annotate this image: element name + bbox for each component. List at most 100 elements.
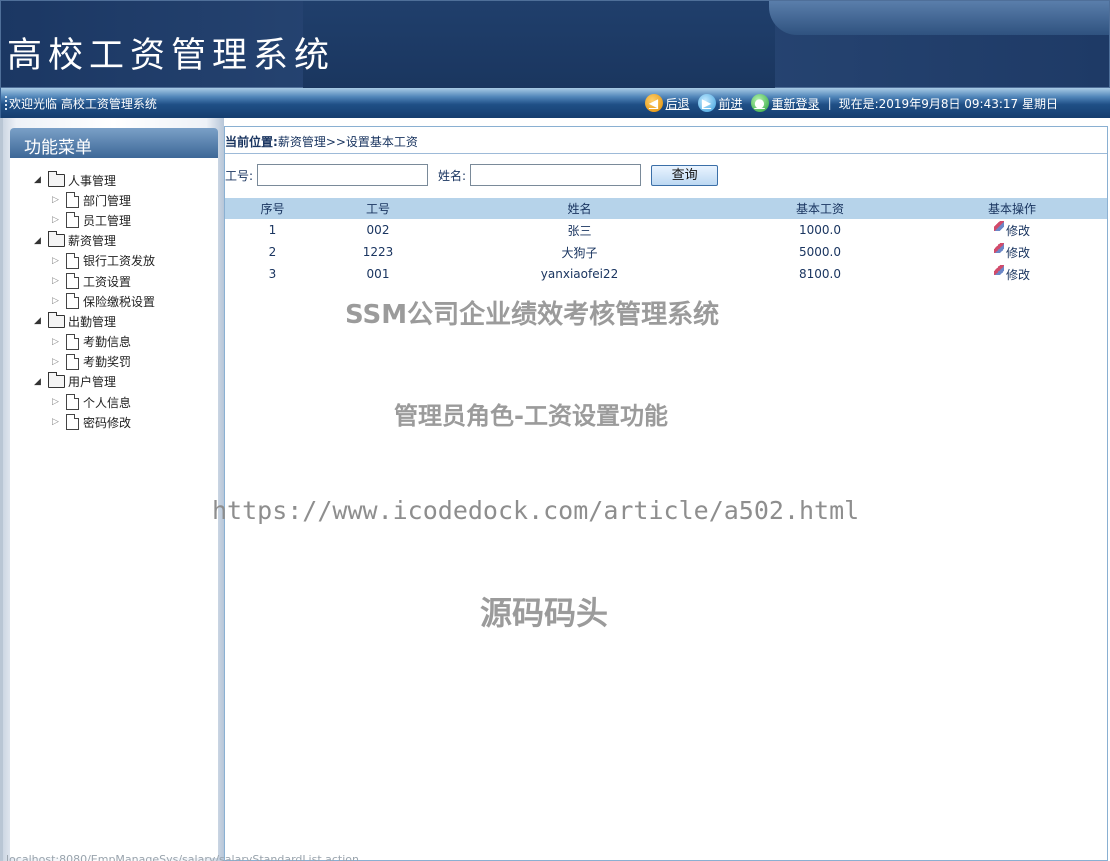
folder-icon: [48, 231, 65, 248]
folder-icon: [48, 311, 65, 328]
cell-emp-no: 1223: [362, 245, 394, 259]
tree-item[interactable]: ▷ 密码修改: [34, 412, 155, 432]
watermark-line-4: 源码码头: [480, 594, 609, 632]
tree-item[interactable]: ▷ 员工管理: [34, 210, 155, 230]
cell-index: 3: [268, 267, 277, 281]
collapse-triangle-icon[interactable]: ◢: [34, 316, 48, 326]
app-header: 高校工资管理系统: [0, 0, 1110, 89]
status-bar: localhost:8080/EmpManageSys/salary/salar…: [6, 853, 359, 861]
tree-group[interactable]: ◢ 人事管理: [34, 170, 155, 190]
menu-tree-panel: ◢ 人事管理 ▷ 部门管理 ▷ 员工管理 ◢ 薪资管理 ▷ 银行工资发放 ▷ 工资设置 ▷ 保险缴税设置 ◢…: [10, 158, 218, 858]
query-button[interactable]: 查询: [651, 164, 719, 186]
collapse-triangle-icon[interactable]: ◢: [34, 175, 48, 185]
tree-item-label: 考勤奖罚: [83, 355, 132, 370]
cell-salary: 8100.0: [799, 267, 841, 281]
expand-triangle-icon: ▷: [52, 336, 59, 347]
header-decoration: [769, 1, 1109, 35]
tree-item-label: 保险缴税设置: [83, 294, 156, 309]
cell-name: 张三: [567, 223, 592, 238]
collapse-triangle-icon[interactable]: ◢: [34, 377, 48, 387]
cell-salary: 1000.0: [799, 223, 841, 237]
expand-triangle-icon: ▷: [52, 397, 59, 408]
edit-link[interactable]: 修改: [993, 243, 1030, 261]
expand-triangle-icon: ▷: [52, 195, 59, 206]
main-content: 当前位置:薪资管理>>设置基本工资 工号: 姓名: 查询 序号 工号 姓名 基本…: [224, 126, 1108, 861]
tree-item[interactable]: ▷ 考勤奖罚: [34, 352, 155, 372]
expand-triangle-icon: ▷: [52, 255, 59, 266]
watermark-line-2: 管理员角色-工资设置功能: [394, 402, 668, 430]
menu-header: 功能菜单: [10, 128, 218, 158]
tree-item[interactable]: ▷ 考勤信息: [34, 332, 155, 352]
tree-group-label: 薪资管理: [68, 234, 117, 249]
sidebar: 功能菜单 ◢ 人事管理 ▷ 部门管理 ▷ 员工管理 ◢ 薪资管理 ▷ 银行工资发放 ▷ 工资设置 ▷ 保险…: [0, 118, 224, 861]
breadcrumb-prefix: 当前位置:: [225, 135, 278, 149]
navbar-separator: |: [827, 96, 832, 110]
edit-link[interactable]: 修改: [993, 265, 1030, 283]
breadcrumb-path: 薪资管理>>设置基本工资: [277, 135, 418, 149]
edit-link[interactable]: 修改: [993, 221, 1030, 239]
table-row: 3 001 yanxiaofei22 8100.0 修改: [225, 263, 1107, 285]
tree-group[interactable]: ◢ 出勤管理: [34, 311, 155, 331]
document-icon: [66, 353, 79, 370]
tree-item[interactable]: ▷ 部门管理: [34, 190, 155, 210]
breadcrumb: 当前位置:薪资管理>>设置基本工资: [225, 133, 418, 150]
watermark-line-1: SSM公司企业绩效考核管理系统: [345, 300, 720, 330]
collapse-triangle-icon[interactable]: ◢: [34, 236, 48, 246]
relogin-icon: ●: [750, 94, 769, 112]
pencil-icon: [993, 221, 1004, 231]
col-name: 姓名: [436, 198, 723, 219]
menu-title: 功能菜单: [24, 138, 92, 158]
top-navbar: 欢迎光临 高校工资管理系统 ◀ 后退 ▶ 前进 ● 重新登录 | 现在是:201…: [0, 88, 1110, 118]
name-input[interactable]: [470, 164, 642, 186]
cell-index: 1: [268, 223, 277, 237]
forward-arrow-icon: ▶: [697, 94, 716, 112]
table-row: 1 002 张三 1000.0 修改: [225, 219, 1107, 241]
expand-triangle-icon: ▷: [52, 215, 59, 226]
welcome-text: 欢迎光临 高校工资管理系统: [9, 97, 157, 111]
tree-group[interactable]: ◢ 用户管理: [34, 372, 155, 392]
tree-item[interactable]: ▷ 保险缴税设置: [34, 291, 155, 311]
cell-action: 修改: [917, 263, 1107, 285]
tree-item-label: 员工管理: [83, 213, 132, 228]
document-icon: [66, 333, 79, 350]
pencil-icon: [993, 265, 1004, 275]
tree-item-label: 个人信息: [83, 395, 132, 410]
folder-icon: [48, 372, 65, 389]
back-button[interactable]: ◀ 后退: [644, 94, 690, 112]
search-form: 工号: 姓名: 查询: [225, 164, 719, 186]
header-panel: [303, 1, 775, 89]
back-label: 后退: [665, 96, 690, 111]
cell-index: 2: [268, 245, 277, 259]
grip-icon: [5, 96, 7, 110]
document-icon: [66, 192, 79, 209]
name-label: 姓名:: [438, 168, 467, 183]
tree-item[interactable]: ▷ 个人信息: [34, 392, 155, 412]
tree-item-label: 考勤信息: [83, 335, 132, 350]
col-emp-no: 工号: [320, 198, 436, 219]
back-arrow-icon: ◀: [644, 94, 663, 112]
cell-name: 大狗子: [561, 245, 598, 260]
tree-item-label: 密码修改: [83, 415, 132, 430]
emp-no-input[interactable]: [257, 164, 429, 186]
tree-item-label: 工资设置: [83, 274, 132, 289]
edit-label: 修改: [1005, 223, 1030, 238]
expand-triangle-icon: ▷: [52, 296, 59, 307]
cell-name: yanxiaofei22: [540, 267, 619, 281]
relogin-label: 重新登录: [771, 96, 820, 111]
watermark-url: https://www.icodedock.com/article/a502.h…: [212, 496, 860, 525]
salary-table: 序号 工号 姓名 基本工资 基本操作 1 002 张三 1000.0 修改 2 …: [225, 198, 1107, 285]
forward-button[interactable]: ▶ 前进: [697, 94, 743, 112]
navbar-actions: ◀ 后退 ▶ 前进 ● 重新登录 | 现在是:2019年9月8日 09:43:1…: [637, 94, 1058, 112]
cell-action: 修改: [917, 219, 1107, 241]
table-row: 2 1223 大狗子 5000.0 修改: [225, 241, 1107, 263]
col-salary: 基本工资: [723, 198, 917, 219]
expand-triangle-icon: ▷: [52, 417, 59, 428]
tree-item[interactable]: ▷ 工资设置: [34, 271, 155, 291]
expand-triangle-icon: ▷: [52, 356, 59, 367]
tree-item[interactable]: ▷ 银行工资发放: [34, 251, 155, 271]
tree-group[interactable]: ◢ 薪资管理: [34, 231, 155, 251]
tree-group-label: 人事管理: [68, 173, 117, 188]
relogin-button[interactable]: ● 重新登录: [750, 94, 820, 112]
edit-label: 修改: [1005, 245, 1030, 260]
menu-tree: ◢ 人事管理 ▷ 部门管理 ▷ 员工管理 ◢ 薪资管理 ▷ 银行工资发放 ▷ 工资设置 ▷ 保险缴税设置 ◢…: [34, 170, 155, 432]
